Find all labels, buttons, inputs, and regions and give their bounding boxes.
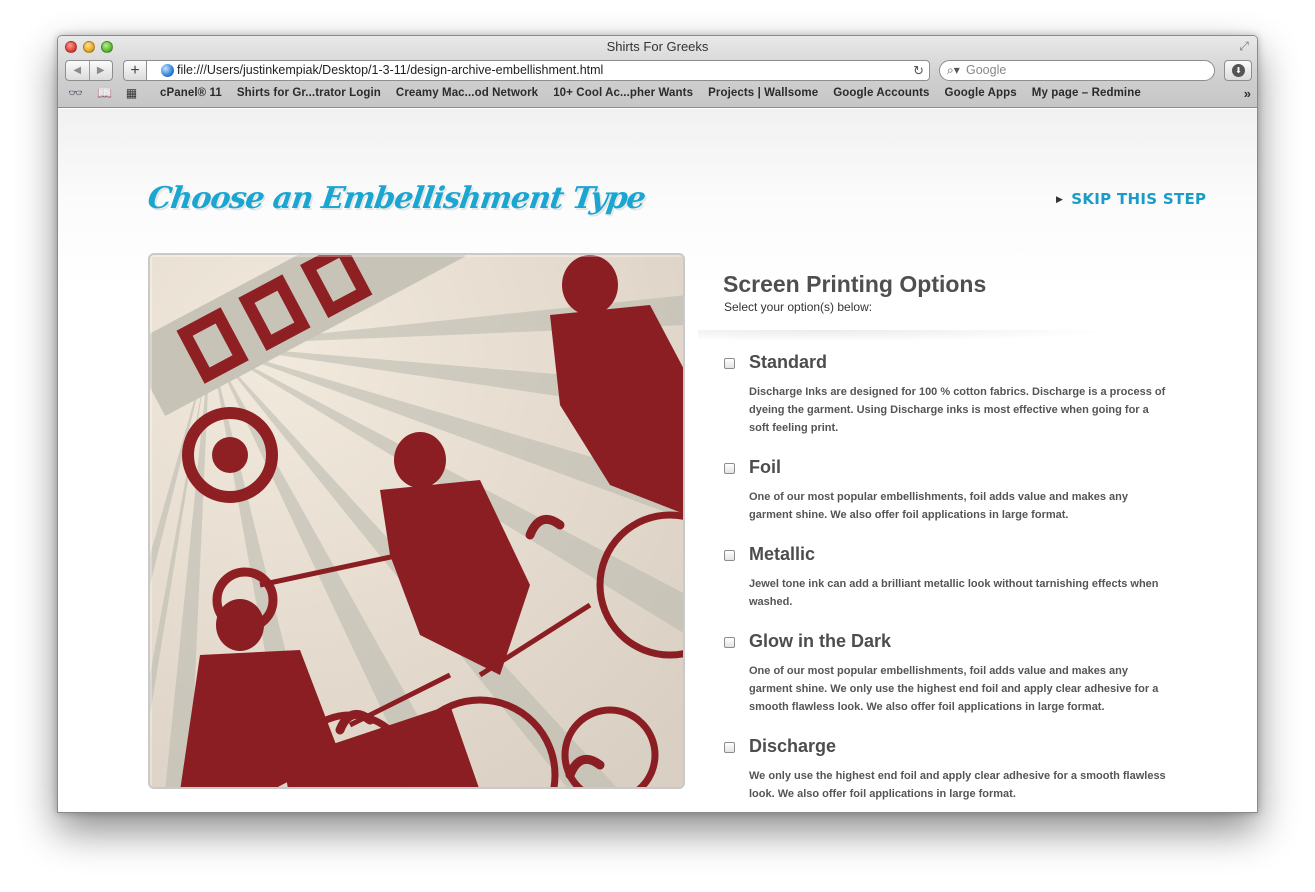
forward-arrow-icon[interactable]: ▶ — [90, 61, 113, 80]
bookmark-item[interactable]: 10+ Cool Ac...pher Wants — [553, 87, 693, 99]
bicycle-print-illustration — [150, 255, 683, 787]
reading-list-icon[interactable]: 👓 — [68, 86, 83, 100]
option-checkbox-foil[interactable] — [724, 463, 735, 474]
bookmarks-bar: 👓 📖 ▦ cPanel® 11 Shirts for Gr...trator … — [58, 86, 1257, 104]
option-name[interactable]: Discharge — [749, 736, 836, 757]
option-description: Discharge Inks are designed for 100 % co… — [749, 386, 1166, 434]
bookmark-list: cPanel® 11 Shirts for Gr...trator Login … — [160, 87, 1141, 99]
options-subheading: Select your option(s) below: — [724, 300, 873, 314]
globe-icon — [161, 64, 174, 77]
option-checkbox-standard[interactable] — [724, 358, 735, 369]
bookmark-item[interactable]: cPanel® 11 — [160, 87, 222, 99]
downloads-button[interactable]: ⬇ — [1224, 60, 1252, 81]
more-bookmarks-chevron-icon[interactable]: » — [1244, 86, 1251, 101]
divider — [698, 330, 1118, 342]
option-name[interactable]: Foil — [749, 457, 781, 478]
page-title: Choose an Embellishment Type — [145, 181, 648, 216]
option-description: Jewel tone ink can add a brilliant metal… — [749, 578, 1159, 608]
option-description: We only use the highest end foil and app… — [749, 770, 1166, 800]
search-placeholder: Google — [966, 63, 1007, 77]
hero-image — [148, 253, 685, 789]
option-checkbox-glow-in-the-dark[interactable] — [724, 637, 735, 648]
fullscreen-icon[interactable]: ⤢ — [1237, 39, 1251, 53]
browser-window: Shirts For Greeks ⤢ ◀ ▶ + file:///Users/… — [57, 35, 1258, 813]
back-arrow-icon[interactable]: ◀ — [66, 61, 90, 80]
bookmark-item[interactable]: Creamy Mac...od Network — [396, 87, 538, 99]
option-name[interactable]: Metallic — [749, 544, 815, 565]
search-input[interactable]: ⌕▾ Google — [939, 60, 1215, 81]
address-bar[interactable]: file:///Users/justinkempiak/Desktop/1-3-… — [146, 60, 930, 81]
option-name[interactable]: Glow in the Dark — [749, 631, 891, 652]
bookmark-item[interactable]: My page – Redmine — [1032, 87, 1141, 99]
add-bookmark-button[interactable]: + — [123, 60, 147, 81]
page-content: Choose an Embellishment Type ▶ SKIP THIS … — [58, 109, 1257, 812]
reload-icon[interactable]: ↻ — [913, 61, 924, 80]
play-arrow-icon: ▶ — [1056, 195, 1064, 205]
option-checkbox-discharge[interactable] — [724, 742, 735, 753]
bookmark-item[interactable]: Shirts for Gr...trator Login — [237, 87, 381, 99]
top-sites-grid-icon[interactable]: ▦ — [126, 86, 137, 100]
bookmark-item[interactable]: Google Apps — [945, 87, 1017, 99]
nav-buttons: ◀ ▶ — [65, 60, 113, 81]
bookmark-item[interactable]: Projects | Wallsome — [708, 87, 818, 99]
option-checkbox-metallic[interactable] — [724, 550, 735, 561]
bookmark-icons: 👓 📖 ▦ — [68, 86, 137, 100]
option-name[interactable]: Standard — [749, 352, 827, 373]
browser-chrome: Shirts For Greeks ⤢ ◀ ▶ + file:///Users/… — [58, 36, 1257, 108]
skip-step-link[interactable]: ▶ SKIP THIS STEP — [1056, 190, 1206, 208]
options-heading: Screen Printing Options — [723, 271, 987, 297]
toolbar: ◀ ▶ + file:///Users/justinkempiak/Deskto… — [58, 59, 1257, 83]
bookmark-item[interactable]: Google Accounts — [833, 87, 929, 99]
bookmarks-book-icon[interactable]: 📖 — [97, 86, 112, 100]
option-description: One of our most popular embellishments, … — [749, 665, 1159, 713]
skip-step-label[interactable]: SKIP THIS STEP — [1071, 190, 1206, 208]
search-icon: ⌕▾ — [947, 63, 960, 77]
window-title: Shirts For Greeks — [606, 39, 709, 54]
option-description: One of our most popular embellishments, … — [749, 491, 1128, 521]
url-text[interactable]: file:///Users/justinkempiak/Desktop/1-3-… — [177, 63, 603, 77]
download-icon: ⬇ — [1232, 64, 1245, 77]
